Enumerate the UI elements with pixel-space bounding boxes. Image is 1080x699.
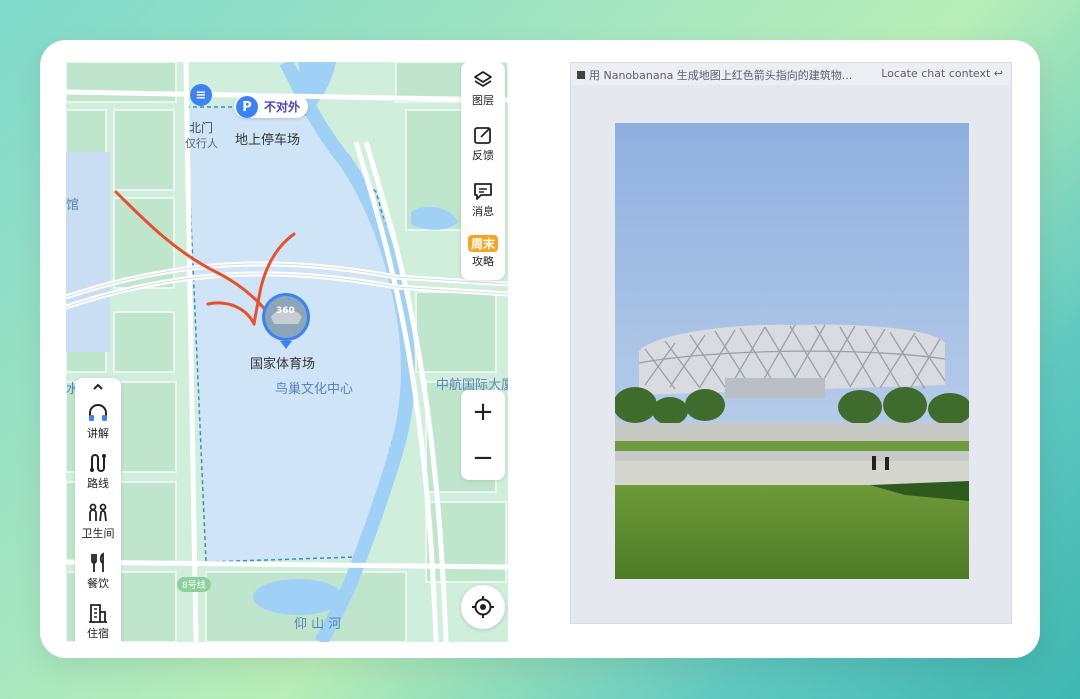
nest-center-label: 鸟巢文化中心 (275, 382, 354, 397)
layers-icon (474, 71, 492, 87)
stadium-photo (615, 123, 969, 579)
restroom-button[interactable]: 卫生间 (75, 502, 121, 541)
zoom-out-button[interactable]: − (461, 436, 505, 480)
parking-lot-label: 地上停车场 (235, 133, 301, 148)
panel-title-text: 用 Nanobanana 生成地图上红色箭头指向的建筑物... (589, 69, 853, 82)
route-icon (90, 454, 106, 472)
audio-guide-button[interactable]: 讲解 (75, 402, 121, 441)
feedback-label: 反馈 (472, 149, 494, 162)
layers-label: 图层 (472, 94, 494, 107)
route-label: 路线 (87, 477, 109, 490)
metro-line-badge: 8号线 (177, 577, 211, 592)
hotel-label: 住宿 (87, 627, 109, 640)
panel-title: 用 Nanobanana 生成地图上红色箭头指向的建筑物... (577, 67, 852, 83)
crosshair-icon (472, 596, 494, 618)
weekend-guide-icon: 周末 (468, 235, 498, 252)
dining-button[interactable]: 餐饮 (75, 552, 121, 591)
panel-header: 用 Nanobanana 生成地图上红色箭头指向的建筑物... Locate c… (571, 63, 1011, 85)
weekend-guide-label: 攻略 (472, 255, 494, 268)
north-gate-pin-icon[interactable]: ≡ (190, 84, 212, 106)
audio-guide-label: 讲解 (87, 427, 109, 440)
weekend-guide-button[interactable]: 周末 攻略 (461, 235, 505, 269)
locate-chat-context-link[interactable]: Locate chat context ↩ (881, 67, 1003, 80)
message-icon (474, 183, 492, 200)
museum-label: 馆 (66, 198, 80, 213)
chevron-up-icon (93, 383, 103, 390)
parking-tag-label: 不对外 (264, 100, 301, 114)
feedback-icon (474, 127, 491, 144)
dining-label: 餐饮 (87, 577, 109, 590)
collapse-button[interactable] (75, 380, 121, 395)
hotel-button[interactable]: 住宿 (75, 602, 121, 641)
headphones-icon (89, 404, 107, 421)
locate-chat-context-label: Locate chat context (881, 67, 991, 80)
return-arrow-icon: ↩ (993, 67, 1003, 80)
layers-button[interactable]: 图层 (461, 70, 505, 108)
message-label: 消息 (472, 205, 494, 218)
map-view[interactable]: 北门 仅行人 ≡ 不对外 P 地上停车场 国家体育场 鸟巢文化中心 中航国际大厦… (66, 62, 508, 642)
photo-360-badge: 360 (276, 306, 295, 316)
zoom-control: + − (461, 390, 505, 480)
pedestrian-only-label: 仅行人 (185, 137, 218, 150)
stadium-photo-image (615, 123, 969, 579)
hotel-icon (89, 604, 107, 623)
restroom-label: 卫生间 (81, 527, 115, 540)
parking-icon: P (236, 96, 258, 118)
message-button[interactable]: 消息 (461, 181, 505, 219)
dining-icon (91, 552, 104, 572)
north-gate-label: 北门 (189, 121, 214, 135)
content-card: 北门 仅行人 ≡ 不对外 P 地上停车场 国家体育场 鸟巢文化中心 中航国际大厦… (40, 40, 1040, 658)
zoom-in-button[interactable]: + (461, 390, 505, 434)
restroom-icon (89, 503, 107, 522)
stadium-label[interactable]: 国家体育场 (250, 353, 315, 372)
map-canvas (66, 62, 508, 642)
river-label: 仰 山 河 (294, 617, 342, 632)
map-toolbar-left: 讲解 路线 卫生间 餐饮 住宿 (75, 378, 121, 642)
feedback-button[interactable]: 反馈 (461, 125, 505, 163)
route-button[interactable]: 路线 (75, 452, 121, 491)
generated-image-panel: 用 Nanobanana 生成地图上红色箭头指向的建筑物... Locate c… (570, 62, 1012, 624)
locate-me-button[interactable] (461, 585, 505, 629)
map-toolbar-right: 图层 反馈 消息 周末 攻略 (461, 62, 505, 280)
panel-app-icon (577, 71, 585, 79)
